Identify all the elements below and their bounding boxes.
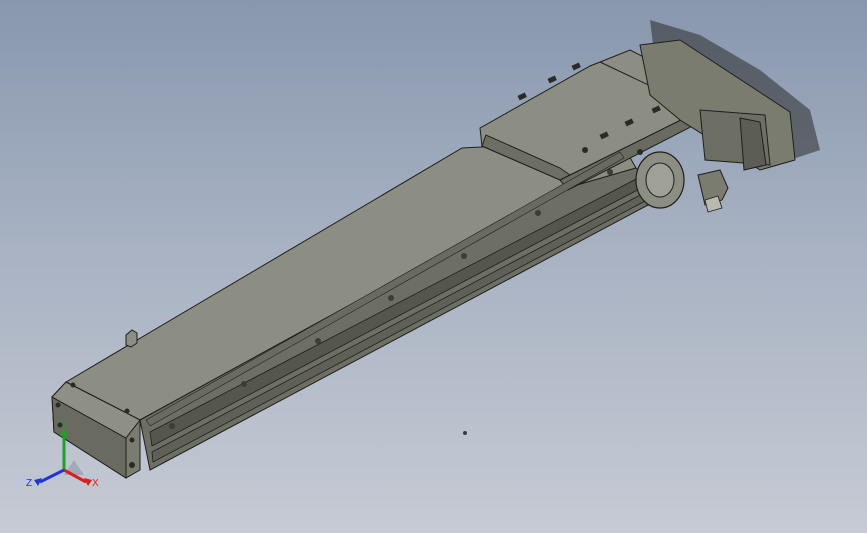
x-axis-label: X (92, 478, 99, 489)
z-axis-icon (39, 468, 65, 484)
y-axis-label: Y (60, 420, 67, 430)
coordinate-triad: Y X Z (22, 419, 112, 495)
z-axis-label: Z (26, 478, 32, 489)
cad-viewport[interactable]: Y X Z (0, 0, 867, 533)
linear-actuator-model[interactable] (0, 0, 867, 533)
